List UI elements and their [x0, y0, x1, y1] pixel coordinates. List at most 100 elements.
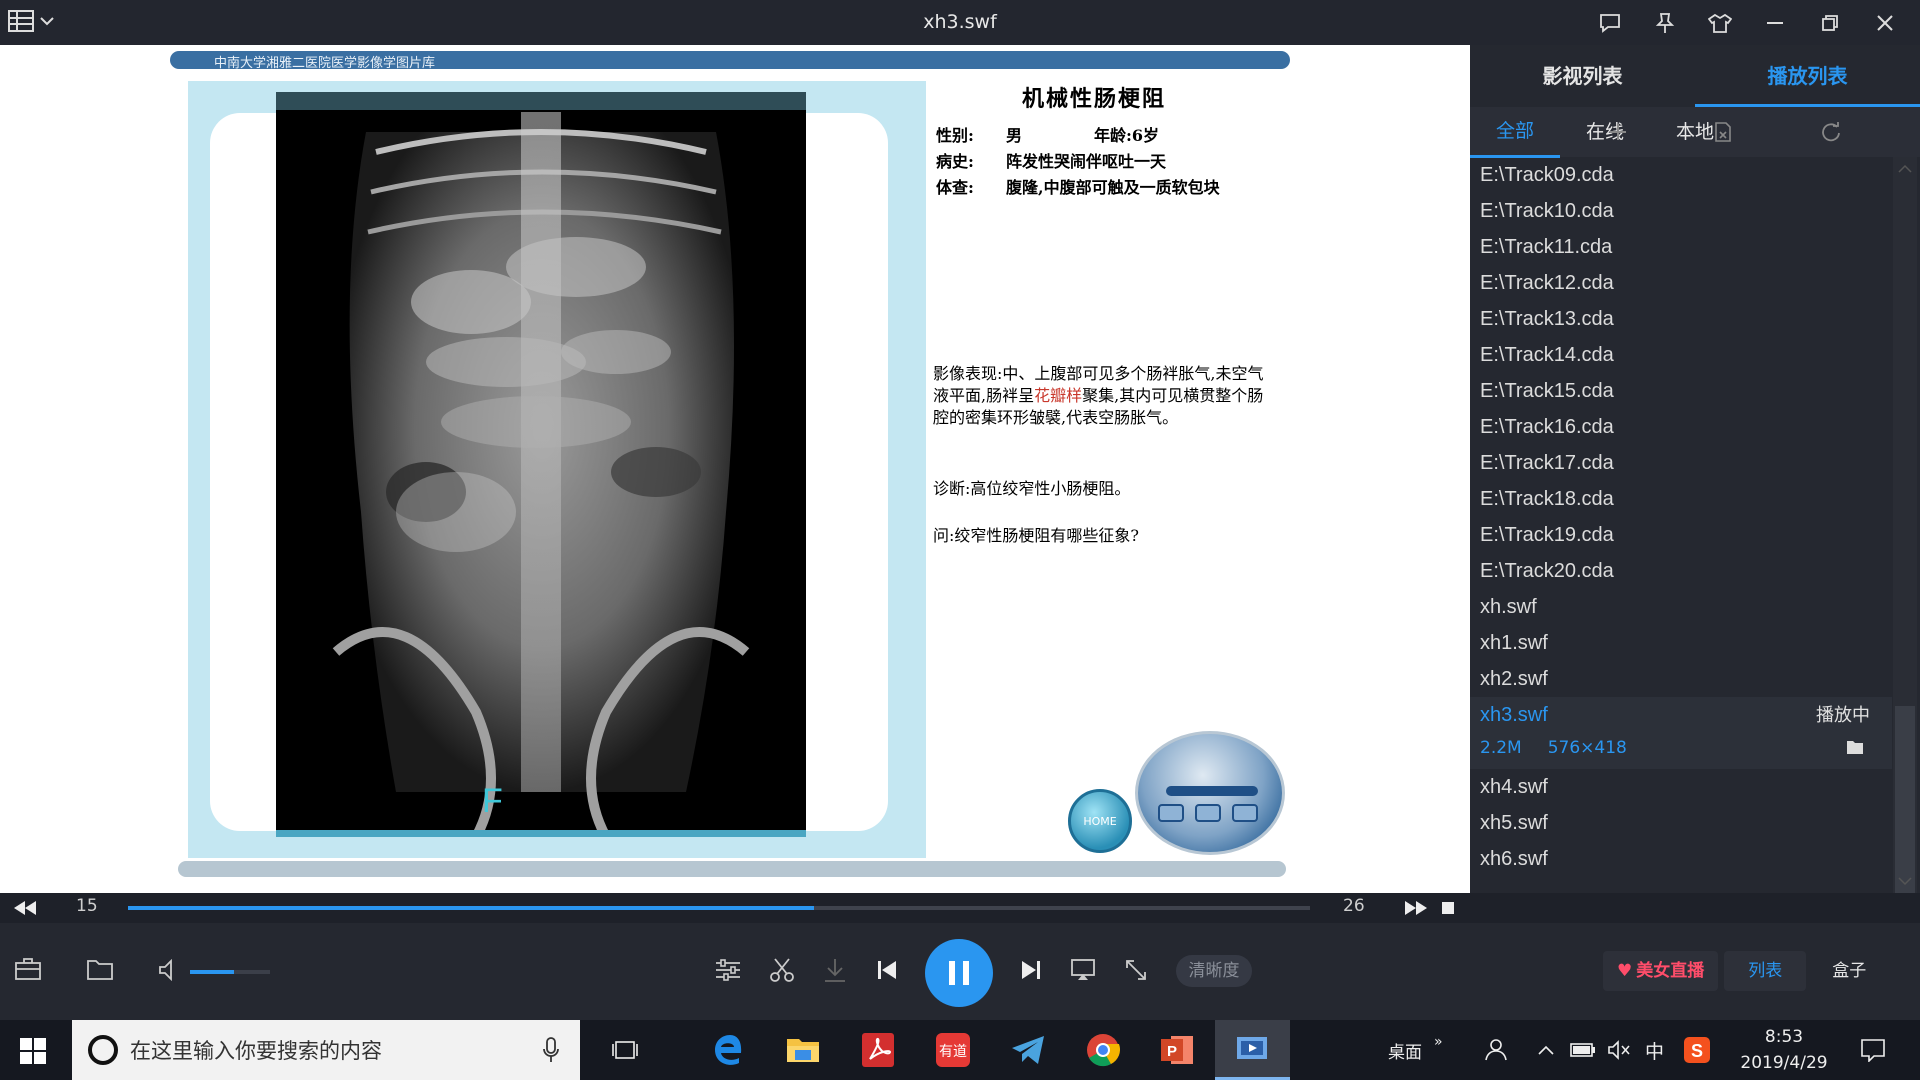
download-icon[interactable] — [823, 957, 847, 983]
playlist-item[interactable]: E:\Track12.cda — [1470, 265, 1892, 301]
message-icon[interactable] — [1582, 0, 1637, 45]
playlist-item[interactable]: E:\Track11.cda — [1470, 229, 1892, 265]
playlist-item[interactable]: E:\Track10.cda — [1470, 193, 1892, 229]
microphone-icon[interactable] — [542, 1037, 560, 1063]
highlight-term: 花瓣样 — [1034, 386, 1083, 405]
xray-illustration — [332, 112, 750, 837]
slide-nav-control[interactable] — [1135, 731, 1285, 855]
pin-icon[interactable] — [1637, 0, 1692, 45]
chevron-down-icon[interactable] — [40, 16, 54, 26]
playlist-item[interactable]: E:\Track14.cda — [1470, 337, 1892, 373]
fullscreen-icon[interactable] — [1124, 958, 1148, 982]
playlist-item[interactable]: E:\Track09.cda — [1470, 157, 1892, 193]
case-title: 机械性肠梗阻 — [1022, 86, 1167, 112]
battery-icon[interactable] — [1570, 1042, 1596, 1058]
playlist-item[interactable]: E:\Track16.cda — [1470, 409, 1892, 445]
current-item-name: xh3.swf — [1480, 704, 1548, 726]
pdf-reader-icon[interactable] — [840, 1020, 915, 1080]
playlist-item[interactable]: E:\Track17.cda — [1470, 445, 1892, 481]
youdao-dict-icon[interactable]: 有道 — [915, 1020, 990, 1080]
notification-center-icon[interactable] — [1860, 1038, 1886, 1062]
scroll-up-icon[interactable] — [1893, 161, 1917, 177]
video-player-icon[interactable] — [1215, 1020, 1290, 1080]
playlist-item[interactable]: xh5.swf — [1470, 805, 1892, 841]
tab-playlist[interactable]: 播放列表 — [1695, 45, 1920, 107]
volume-slider[interactable] — [190, 970, 270, 974]
imaging-findings: 影像表现:中、上腹部可见多个肠袢胀气,未空气液平面,肠袢呈花瓣样聚集,其内可见横… — [933, 364, 1264, 427]
playlist-item[interactable]: E:\Track18.cda — [1470, 481, 1892, 517]
playlist-item[interactable]: E:\Track20.cda — [1470, 553, 1892, 589]
volume-icon[interactable] — [158, 959, 180, 981]
live-stream-button[interactable]: ♥ 美女直播 — [1603, 951, 1719, 991]
people-icon[interactable] — [1482, 1038, 1508, 1062]
seek-bar[interactable] — [128, 906, 1310, 910]
tab-video-list[interactable]: 影视列表 — [1470, 45, 1695, 107]
playlist-item[interactable]: xh.swf — [1470, 589, 1892, 625]
add-icon[interactable] — [1608, 122, 1698, 142]
playlist-item[interactable]: xh1.swf — [1470, 625, 1892, 661]
playlist-item[interactable]: xh2.swf — [1470, 661, 1892, 697]
speaker-muted-icon[interactable] — [1607, 1040, 1631, 1060]
file-explorer-icon[interactable] — [765, 1020, 840, 1080]
playlist-item[interactable]: E:\Track13.cda — [1470, 301, 1892, 337]
previous-icon[interactable] — [877, 960, 897, 980]
exam-value: 腹隆,中腹部可触及一质软包块 — [1006, 178, 1220, 197]
tray-expand-icon[interactable] — [1537, 1044, 1555, 1056]
taskbar-search-box[interactable]: 在这里输入你要搜索的内容 — [72, 1020, 580, 1080]
chrome-icon[interactable] — [1065, 1020, 1140, 1080]
menu-icon[interactable] — [8, 9, 34, 33]
playlist-item[interactable]: xh4.swf — [1470, 769, 1892, 805]
list-button[interactable]: 列表 — [1724, 951, 1807, 991]
home-button[interactable]: HOME — [1068, 789, 1132, 853]
xray-marker: F — [482, 782, 503, 820]
age-value: 年龄:6岁 — [1094, 126, 1160, 145]
prev-slide-button[interactable] — [1158, 804, 1184, 822]
filter-all[interactable]: 全部 — [1470, 107, 1560, 158]
playlist-item-current[interactable]: xh3.swf 播放中 — [1470, 697, 1892, 733]
play-slide-button[interactable] — [1195, 804, 1221, 822]
close-icon[interactable] — [1857, 0, 1912, 45]
scroll-down-icon[interactable] — [1893, 873, 1917, 889]
desktop-toolbar-label[interactable]: 桌面 — [1388, 1038, 1422, 1063]
gender-label: 性别: — [936, 126, 974, 145]
playlist-scrollbar[interactable] — [1893, 157, 1917, 896]
playlist-item[interactable]: E:\Track19.cda — [1470, 517, 1892, 553]
video-area[interactable]: 中南大学湘雅二医院医学影像学图片库 F 机械性肠梗阻 性别: 男 年龄:6岁 病… — [0, 45, 1470, 893]
slide-footer-bar — [178, 861, 1286, 877]
scissors-icon[interactable] — [769, 957, 795, 983]
next-icon[interactable] — [1021, 960, 1041, 980]
svg-text:S: S — [1691, 1041, 1703, 1061]
skin-icon[interactable] — [1692, 0, 1747, 45]
restore-icon[interactable] — [1802, 0, 1857, 45]
sogou-ime-icon[interactable]: S — [1684, 1037, 1710, 1063]
playlist-item[interactable]: xh6.swf — [1470, 841, 1892, 877]
toolbox-icon[interactable] — [14, 957, 42, 981]
system-clock[interactable]: 8:53 2019/4/29 — [1724, 1024, 1844, 1076]
powerpoint-icon[interactable]: P — [1140, 1020, 1215, 1080]
case-info: 性别: 男 年龄:6岁 病史: 阵发性哭闹伴呕吐一天 体查: 腹隆,中腹部可触及一质软包… — [936, 123, 1276, 201]
loop-icon[interactable] — [1820, 122, 1910, 142]
toolbar-expand-icon[interactable]: » — [1434, 1034, 1443, 1050]
pause-button[interactable] — [925, 939, 993, 1007]
scrollbar-thumb[interactable] — [1895, 706, 1915, 896]
open-folder-icon[interactable] — [86, 957, 114, 981]
open-folder-icon[interactable] — [1846, 739, 1864, 755]
cast-screen-icon[interactable] — [1070, 958, 1096, 982]
ime-indicator[interactable]: 中 — [1645, 1037, 1664, 1064]
telegram-icon[interactable] — [990, 1020, 1065, 1080]
total-frames: 26 — [1343, 896, 1365, 916]
task-view-icon[interactable] — [587, 1020, 662, 1080]
playlist-item[interactable]: E:\Track15.cda — [1470, 373, 1892, 409]
equalizer-icon[interactable] — [714, 957, 742, 983]
exam-label: 体查: — [936, 178, 974, 197]
stop-icon[interactable] — [1442, 902, 1454, 914]
step-forward-icon[interactable] — [1405, 901, 1427, 915]
minimize-icon[interactable] — [1747, 0, 1802, 45]
next-slide-button[interactable] — [1232, 804, 1258, 822]
windows-start-icon[interactable] — [20, 1038, 46, 1064]
edge-browser-icon[interactable] — [690, 1020, 765, 1080]
step-back-icon[interactable] — [14, 901, 36, 915]
quality-button[interactable]: 清晰度 — [1176, 955, 1252, 987]
box-button[interactable]: 盒子 — [1812, 951, 1886, 991]
delete-file-icon[interactable] — [1714, 122, 1804, 142]
